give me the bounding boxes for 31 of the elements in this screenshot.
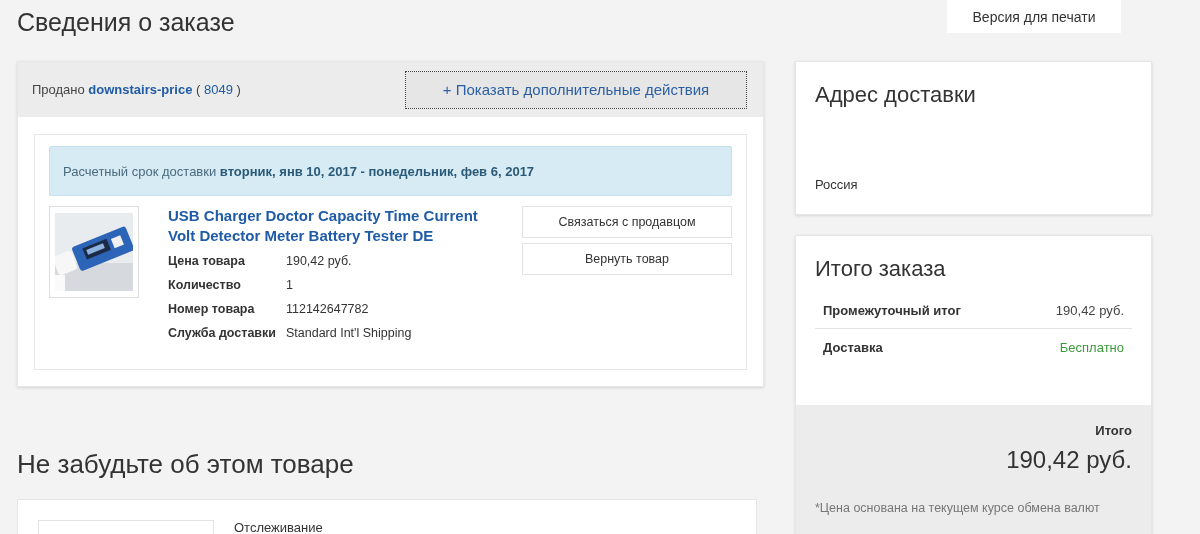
- tracking-label: Отслеживание: [234, 520, 323, 534]
- total-label: Итого: [1094, 423, 1132, 438]
- summary-label: Промежуточный итог: [823, 302, 961, 318]
- return-item-button[interactable]: Вернуть товар: [522, 243, 732, 275]
- sold-by-text: Продано downstairs-price ( 8049 ): [32, 82, 241, 97]
- detail-value: 112142647782: [286, 301, 370, 318]
- summary-value: Бесплатно: [1059, 339, 1124, 355]
- delivery-estimate-banner: Расчетный срок доставки вторник, янв 10, 2017 - понедельник, фев 6, 2017: [49, 146, 732, 196]
- detail-label: Цена товара: [168, 253, 286, 277]
- detail-label: Номер товара: [168, 301, 286, 325]
- summary-value: 190,42 руб.: [1055, 302, 1124, 318]
- contact-seller-button[interactable]: Связаться с продавцом: [522, 206, 732, 238]
- detail-label: Служба доставки: [168, 325, 286, 349]
- detail-value: Standard Int'l Shipping: [286, 325, 413, 342]
- item-title-link[interactable]: USB Charger Doctor Capacity Time Current Volt Detector Meter Battery Tester DE: [168, 206, 508, 246]
- country-text: Россия: [815, 177, 859, 192]
- card-title: Итого заказа: [815, 256, 947, 282]
- section-title: Не забудьте об этом товаре: [17, 449, 355, 480]
- currency-note: *Цена основана на текущем курсе обмена валют: [815, 501, 1101, 515]
- detail-label: Количество: [168, 277, 286, 301]
- item-thumbnail[interactable]: [49, 206, 139, 298]
- detail-value: 1: [286, 277, 294, 294]
- total-amount: 190,42 руб.: [1005, 446, 1132, 474]
- summary-label: Доставка: [823, 339, 883, 355]
- detail-value: 190,42 руб.: [286, 253, 353, 270]
- seller-link[interactable]: downstairs-price: [88, 82, 193, 97]
- more-actions-button[interactable]: + Показать дополнительные действия: [405, 70, 747, 109]
- feedback-score-link[interactable]: 8049: [203, 82, 233, 97]
- card-title: Адрес доставки: [815, 82, 977, 108]
- print-version-button[interactable]: Версия для печати: [947, 0, 1121, 33]
- page-title: Сведения о заказе: [17, 8, 235, 37]
